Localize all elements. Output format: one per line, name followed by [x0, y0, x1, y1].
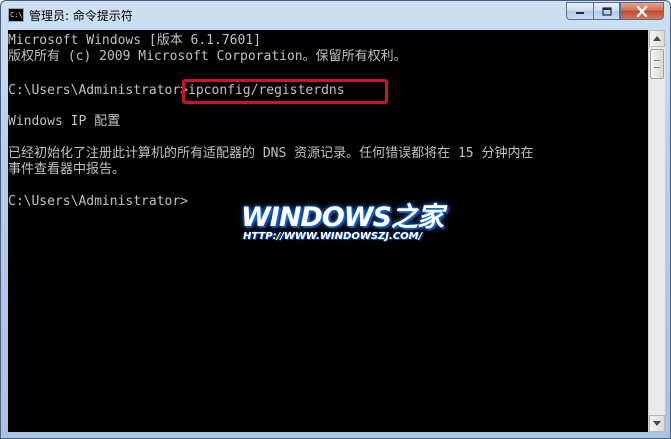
minimize-button[interactable]	[566, 2, 593, 20]
maximize-button[interactable]	[593, 2, 620, 20]
close-button[interactable]	[620, 2, 664, 20]
arrow-up-icon	[653, 36, 661, 41]
close-icon	[636, 5, 648, 17]
minimize-icon	[576, 12, 584, 14]
watermark: WINDOWS之家 HTTP://WWW.WINDOWSZJ.COM/	[241, 195, 444, 255]
caption-buttons	[566, 2, 664, 21]
scroll-down-button[interactable]	[649, 415, 665, 432]
scroll-up-button[interactable]	[649, 30, 665, 47]
window-title: 管理员: 命令提示符	[29, 9, 133, 23]
command-highlight-box	[182, 79, 388, 104]
maximize-icon	[601, 6, 612, 16]
console-output[interactable]: Microsoft Windows [版本 6.1.7601] 版权所有 (c)…	[8, 30, 648, 432]
cmd-icon[interactable]: C:\	[8, 8, 24, 22]
console-line: Microsoft Windows [版本 6.1.7601]	[8, 33, 261, 48]
console-line: 版权所有 (c) 2009 Microsoft Corporation。保留所有…	[8, 49, 407, 64]
arrow-down-icon	[653, 421, 661, 426]
watermark-url: HTTP://WWW.WINDOWSZJ.COM/	[243, 231, 423, 242]
scroll-thumb[interactable]	[650, 49, 664, 79]
console-line: 已经初始化了注册此计算机的所有适配器的 DNS 资源记录。任何错误都将在 15 …	[8, 146, 534, 161]
vertical-scrollbar[interactable]	[648, 30, 665, 432]
console-line: Windows IP 配置	[8, 114, 121, 129]
title-bar[interactable]: C:\ 管理员: 命令提示符	[1, 1, 670, 29]
console-prompt: C:\Users\Administrator>	[8, 194, 189, 209]
watermark-logo: WINDOWS之家	[241, 202, 444, 233]
console-line: 事件查看器中报告。	[8, 162, 126, 177]
cmd-window: C:\ 管理员: 命令提示符 Microsoft Windows [版本 6.1…	[0, 0, 671, 439]
